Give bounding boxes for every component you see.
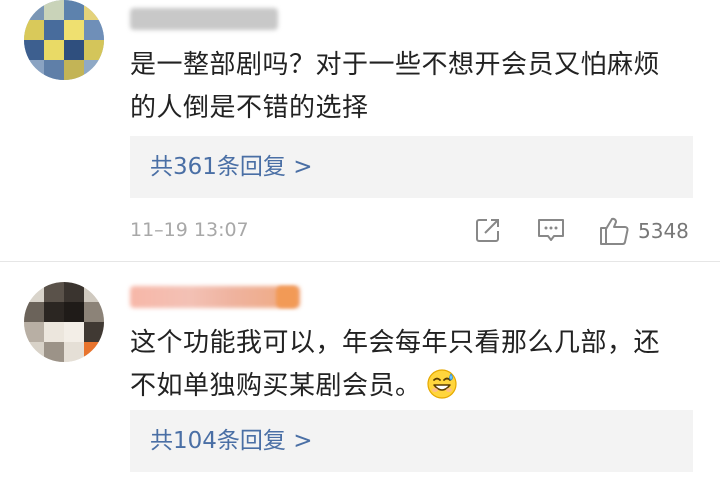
like-button[interactable]: 5348 — [598, 216, 698, 246]
username[interactable] — [130, 286, 300, 308]
comment-list: 是一整部剧吗？对于一些不想开会员又怕麻烦 的人倒是不错的选择 共361条回复 >… — [0, 0, 720, 481]
view-replies-button[interactable]: 共361条回复 > — [130, 136, 693, 198]
share-button[interactable] — [474, 216, 502, 244]
comment-item: 这个功能我可以，年会每年只看那么几部，还 不如单独购买某剧会员。 共104条回复… — [0, 262, 720, 481]
comment-text-line: 不如单独购买某剧会员。 — [130, 371, 422, 401]
view-replies-button[interactable]: 共104条回复 > — [130, 410, 693, 472]
avatar[interactable] — [24, 282, 104, 362]
comment-meta: 11–19 13:07 5348 — [130, 216, 695, 246]
comment-text-line: 是一整部剧吗？对于一些不想开会员又怕麻烦 — [130, 50, 661, 80]
pixelated-avatar-icon — [24, 0, 104, 80]
reply-button[interactable] — [536, 216, 566, 244]
comment-text-line-with-emoji: 不如单独购买某剧会员。 — [130, 365, 700, 408]
comment-text: 是一整部剧吗？对于一些不想开会员又怕麻烦 的人倒是不错的选择 — [130, 44, 700, 130]
like-count: 5348 — [638, 219, 689, 243]
comment-text: 这个功能我可以，年会每年只看那么几部，还 不如单独购买某剧会员。 — [130, 322, 700, 408]
member-badge-icon — [276, 286, 298, 308]
share-icon — [476, 219, 499, 242]
pixelated-avatar-icon — [24, 282, 104, 362]
avatar[interactable] — [24, 0, 104, 80]
username[interactable] — [130, 8, 278, 30]
comment-icon — [538, 219, 564, 241]
grin-sweat-emoji-icon — [426, 368, 458, 400]
comment-item: 是一整部剧吗？对于一些不想开会员又怕麻烦 的人倒是不错的选择 共361条回复 >… — [0, 0, 720, 262]
replies-label: 共104条回复 > — [150, 428, 313, 454]
timestamp: 11–19 13:07 — [130, 219, 249, 241]
comment-text-line: 的人倒是不错的选择 — [130, 93, 369, 123]
replies-label: 共361条回复 > — [150, 154, 313, 180]
thumbs-up-icon — [600, 217, 629, 245]
comment-text-line: 这个功能我可以，年会每年只看那么几部，还 — [130, 328, 661, 358]
